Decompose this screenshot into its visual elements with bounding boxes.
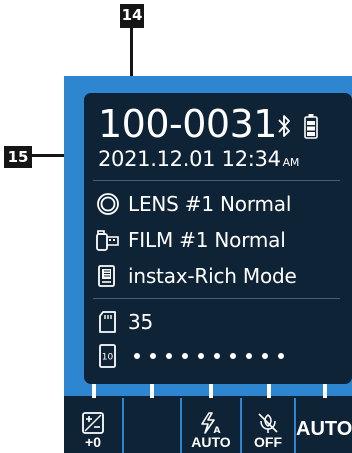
film-remaining-dot — [198, 353, 204, 359]
flash-mode-label: AUTO — [191, 434, 231, 450]
date-time: 2021.12.01 12:34 AM — [98, 145, 299, 177]
ampm-text: AM — [282, 156, 300, 169]
tick-mark — [323, 384, 327, 398]
film-label: FILM #1 Normal — [128, 228, 286, 252]
film-row: FILM #1 Normal — [96, 224, 286, 256]
tick-mark — [150, 384, 154, 398]
film-pack-icon: 10 — [99, 344, 116, 368]
film-canister-icon — [96, 230, 119, 251]
tick-mark — [267, 384, 271, 398]
date-text: 2021.12.01 — [98, 147, 216, 171]
memory-card-icon — [99, 311, 116, 333]
film-remaining-dot — [278, 353, 284, 359]
divider — [93, 180, 340, 181]
empty-button-slot — [124, 398, 180, 453]
film-pack-row: 10 — [96, 340, 284, 372]
mode-label: instax-Rich Mode — [128, 264, 297, 288]
mode-row: instax-Rich Mode — [96, 260, 297, 292]
film-mode-icon — [98, 265, 115, 287]
shot-number: 100-0031 — [98, 102, 277, 146]
film-remaining-dot — [214, 353, 220, 359]
film-remaining-dot — [166, 353, 172, 359]
film-remaining-dot — [182, 353, 188, 359]
remaining-row: 35 — [96, 306, 153, 338]
svg-text:10: 10 — [102, 353, 114, 363]
auto-mode-button[interactable]: AUTO — [296, 398, 352, 453]
film-pack-dots — [134, 353, 284, 359]
callout-15: 15 — [4, 146, 32, 168]
exposure-compensation-button[interactable]: +0 — [64, 398, 122, 453]
svg-text:A: A — [214, 426, 221, 434]
macro-mode-label: OFF — [254, 434, 282, 450]
film-remaining-dot — [230, 353, 236, 359]
film-remaining-dot — [262, 353, 268, 359]
film-remaining-dot — [246, 353, 252, 359]
time-text: 12:34 — [221, 147, 281, 171]
flash-auto-icon: A — [201, 412, 221, 434]
flash-button[interactable]: A AUTO — [182, 398, 240, 453]
film-remaining-dot — [134, 353, 140, 359]
exposure-value: +0 — [85, 434, 101, 450]
bluetooth-icon — [278, 115, 290, 137]
lens-ring-icon — [97, 193, 119, 215]
tick-mark — [209, 384, 213, 398]
lens-label: LENS #1 Normal — [128, 192, 292, 216]
callout-14: 14 — [120, 4, 144, 28]
exposure-compensation-icon — [82, 412, 104, 434]
remaining-count: 35 — [128, 310, 154, 334]
lens-row: LENS #1 Normal — [96, 188, 291, 220]
auto-mode-label: AUTO — [296, 418, 352, 440]
macro-button[interactable]: OFF — [242, 398, 294, 453]
battery-icon — [304, 114, 318, 139]
macro-off-icon — [258, 413, 278, 433]
divider — [93, 298, 340, 299]
tick-mark — [92, 384, 96, 398]
film-remaining-dot — [150, 353, 156, 359]
